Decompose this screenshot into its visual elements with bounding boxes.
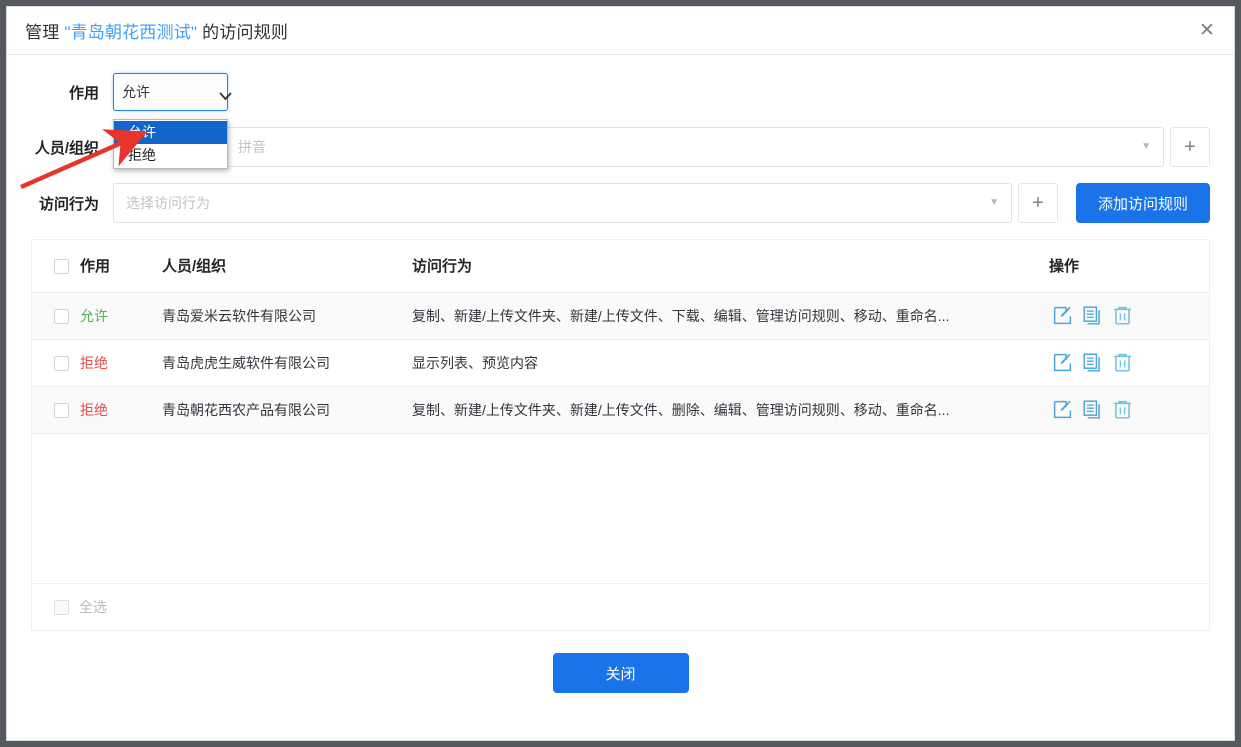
header-behavior: 访问行为 (412, 240, 1049, 293)
row-effect: 拒绝 (80, 339, 162, 387)
form-row-behavior: 访问行为 选择访问行为 ▼ + 添加访问规则 (31, 183, 1210, 223)
header-effect: 作用 (80, 240, 162, 293)
row-person: 青岛朝花西农产品有限公司 (162, 386, 412, 434)
table-head: 作用 人员/组织 访问行为 操作 (32, 240, 1209, 293)
copy-icon[interactable] (1079, 397, 1105, 423)
add-person-button[interactable]: + (1170, 127, 1210, 167)
rules-table-container: 作用 人员/组织 访问行为 操作 允许 青岛爱米云软件有限公司 复制、新建/上传… (31, 239, 1210, 631)
chevron-down-icon: ▼ (1141, 141, 1151, 152)
access-rule-dialog: 管理 "青岛朝花西测试" 的访问规则 ✕ 作用 允许 允许 拒绝 人员/组织 ▼… (6, 6, 1235, 741)
row-person: 青岛爱米云软件有限公司 (162, 292, 412, 340)
row-checkbox[interactable] (54, 402, 69, 418)
dropdown-option-allow[interactable]: 允许 (114, 121, 227, 144)
row-behavior: 显示列表、预览内容 (412, 339, 1049, 387)
delete-icon[interactable] (1109, 350, 1135, 376)
close-button[interactable]: 关闭 (552, 653, 689, 693)
close-icon[interactable]: ✕ (1194, 18, 1220, 44)
table-footer: 全选 (32, 583, 1209, 630)
row-checkbox[interactable] (54, 308, 69, 324)
row-behavior: 复制、新建/上传文件夹、新建/上传文件、下载、编辑、管理访问规则、移动、重命名.… (412, 292, 1049, 340)
title-highlight: "青岛朝花西测试" (64, 23, 198, 42)
edit-icon[interactable] (1049, 350, 1075, 376)
row-ops (1049, 292, 1209, 340)
dialog-footer: 关闭 (7, 653, 1234, 693)
select-all-label: 全选 (79, 599, 107, 615)
edit-icon[interactable] (1049, 303, 1075, 329)
dropdown-option-deny[interactable]: 拒绝 (114, 144, 227, 167)
add-access-rule-button[interactable]: 添加访问规则 (1075, 183, 1210, 223)
behavior-field-wrap: 选择访问行为 ▼ + 添加访问规则 (113, 183, 1210, 223)
effect-dropdown-list[interactable]: 允许 拒绝 (113, 119, 228, 169)
table-body: 允许 青岛爱米云软件有限公司 复制、新建/上传文件夹、新建/上传文件、下载、编辑… (32, 292, 1209, 434)
copy-icon[interactable] (1079, 303, 1105, 329)
add-behavior-button[interactable]: + (1017, 183, 1058, 223)
label-effect: 作用 (68, 84, 99, 102)
row-effect: 拒绝 (80, 386, 162, 434)
row-behavior: 复制、新建/上传文件夹、新建/上传文件、删除、编辑、管理访问规则、移动、重命名.… (412, 386, 1049, 434)
title-prefix: 管理 (25, 23, 65, 42)
label-person: 人员/组织 (34, 139, 99, 157)
row-checkbox-cell (32, 339, 80, 387)
header-person: 人员/组织 (162, 240, 412, 293)
row-checkbox[interactable] (54, 355, 69, 371)
table-row[interactable]: 拒绝 青岛虎虎生威软件有限公司 显示列表、预览内容 (32, 339, 1209, 387)
delete-icon[interactable] (1109, 303, 1135, 329)
behavior-placeholder: 选择访问行为 (126, 195, 210, 211)
table-header-row: 作用 人员/组织 访问行为 操作 (32, 240, 1209, 293)
chevron-down-icon: ▼ (989, 197, 999, 208)
dialog-header: 管理 "青岛朝花西测试" 的访问规则 ✕ (7, 7, 1234, 55)
person-field-wrap: 选择人员、部门、拼音 ▼ + (113, 127, 1210, 167)
header-ops: 操作 (1049, 240, 1209, 293)
edit-icon[interactable] (1049, 397, 1075, 423)
row-effect: 允许 (80, 292, 162, 340)
row-ops (1049, 386, 1209, 434)
delete-icon[interactable] (1109, 397, 1135, 423)
page-title: 管理 "青岛朝花西测试" 的访问规则 (25, 18, 288, 43)
effect-select[interactable]: 允许 (113, 73, 232, 111)
row-checkbox-cell (32, 386, 80, 434)
row-checkbox-cell (32, 292, 80, 340)
row-person: 青岛虎虎生威软件有限公司 (162, 339, 412, 387)
behavior-select-input[interactable]: 选择访问行为 ▼ (113, 183, 1012, 223)
title-suffix: 的访问规则 (197, 23, 289, 42)
form-row-effect: 作用 允许 允许 拒绝 (31, 73, 1210, 169)
effect-select-value: 允许 (122, 84, 150, 100)
table-row[interactable]: 允许 青岛爱米云软件有限公司 复制、新建/上传文件夹、新建/上传文件、下载、编辑… (32, 292, 1209, 340)
header-checkbox-cell (32, 240, 80, 293)
row-ops (1049, 339, 1209, 387)
person-select-input[interactable]: 选择人员、部门、拼音 ▼ (113, 127, 1164, 167)
table-row[interactable]: 拒绝 青岛朝花西农产品有限公司 复制、新建/上传文件夹、新建/上传文件、删除、编… (32, 386, 1209, 434)
rules-table: 作用 人员/组织 访问行为 操作 允许 青岛爱米云软件有限公司 复制、新建/上传… (32, 240, 1209, 434)
label-behavior: 访问行为 (38, 195, 99, 213)
copy-icon[interactable] (1079, 350, 1105, 376)
form-area: 作用 允许 允许 拒绝 人员/组织 ▼ + 访问行为 选择访问行为 ▼ + 添加… (7, 55, 1234, 223)
select-all-header-checkbox[interactable] (54, 258, 69, 274)
select-all-checkbox[interactable] (54, 599, 69, 615)
screen-root: 管理 "青岛朝花西测试" 的访问规则 ✕ 作用 允许 允许 拒绝 人员/组织 ▼… (0, 0, 1241, 747)
